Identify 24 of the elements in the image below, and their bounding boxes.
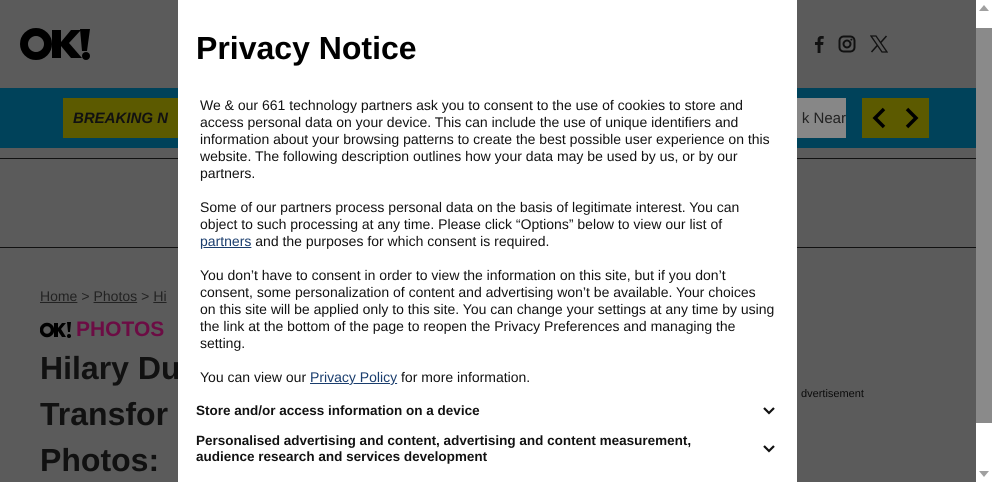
article-title-line: Hilary Du xyxy=(40,349,178,388)
scroll-down-icon[interactable] xyxy=(979,471,989,477)
next-icon[interactable] xyxy=(905,107,920,129)
breadcrumb-separator: > xyxy=(141,288,150,304)
ok-logo xyxy=(40,321,72,339)
x-logo-icon[interactable] xyxy=(870,35,888,53)
article-title-line: Photos: xyxy=(40,441,160,480)
notice-paragraph: You can view our Privacy Policy for more information. xyxy=(200,369,532,386)
article-title-line: Transfor xyxy=(40,395,170,434)
privacy-policy-link[interactable]: Privacy Policy xyxy=(310,369,398,385)
partners-link[interactable]: partners xyxy=(200,233,252,249)
notice-paragraph: You don’t have to consent in order to view the information on this site, but if you don’t consent, some personalization of content and advertising won’t be available. Your choices on this site will be applied only to this site. You can change your settings at any time by using the link at the bottom of the page to reopen the Privacy Preferences and managing the setting. xyxy=(200,267,775,352)
breadcrumb-separator: > xyxy=(81,288,90,304)
scrollbar-thumb[interactable] xyxy=(976,28,992,423)
purpose-section[interactable]: Personalised advertising and content, advertising and content measurement, audience research and services development xyxy=(196,433,775,465)
facebook-icon[interactable] xyxy=(814,35,824,53)
notice-paragraph: Some of our partners process personal data on the basis of legitimate interest. You can object to such processing at any time. Please click “Options” below to view our list of partners and the purposes for which consent is required. xyxy=(200,199,740,250)
dialog-title: Privacy Notice xyxy=(196,30,418,67)
section-label: PHOTOS xyxy=(76,318,164,342)
previous-icon[interactable] xyxy=(872,107,886,129)
advertisement-label: dvertisement xyxy=(801,388,864,402)
instagram-icon[interactable] xyxy=(838,35,856,53)
purpose-section[interactable]: Store and/or access information on a device xyxy=(196,403,775,419)
scroll-up-icon[interactable] xyxy=(979,5,989,11)
